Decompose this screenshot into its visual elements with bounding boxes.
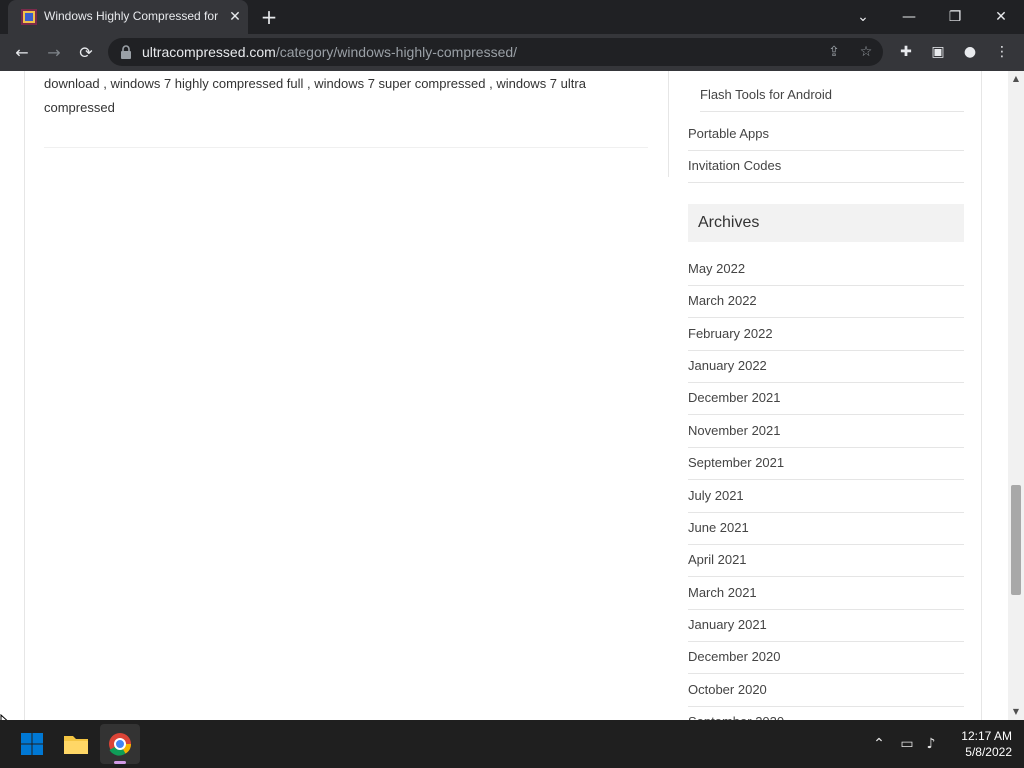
category-link[interactable]: Flash Tools for Android [700,79,964,112]
profile-icon[interactable]: ● [960,42,980,62]
archive-link[interactable]: March 2022 [688,285,964,318]
archive-link[interactable]: May 2022 [688,253,964,286]
archives-title: Archives [698,214,760,231]
bookmark-star-icon[interactable]: ☆ [856,42,876,62]
url-text[interactable]: ultracompressed.com/category/windows-hig… [142,44,517,60]
side-panel-icon[interactable]: ▣ [928,42,948,62]
tab-close-icon[interactable]: ✕ [226,8,244,26]
forward-button[interactable]: → [42,41,66,65]
browser-tab[interactable]: Windows Highly Compressed for ✕ [8,0,248,34]
archive-link[interactable]: November 2021 [688,415,964,448]
lock-icon [121,45,131,59]
file-explorer-button[interactable] [56,724,96,764]
scroll-up-arrow-icon[interactable]: ▲ [1008,71,1024,87]
volume-icon[interactable]: ♪ [921,734,941,754]
clock-date: 5/8/2022 [965,745,1012,759]
url-host: ultracompressed.com [142,44,276,60]
browser-toolbar: ← → ⟳ ultracompressed.com/category/windo… [0,34,1024,71]
back-button[interactable]: ← [10,41,34,65]
archive-link[interactable]: September 2021 [688,447,964,480]
archive-link[interactable]: October 2020 [688,674,964,707]
tab-title: Windows Highly Compressed for [44,9,219,23]
archive-link[interactable]: September 2020 [688,706,964,720]
scrollbar-thumb[interactable] [1011,485,1021,595]
maximize-button[interactable]: ❐ [932,0,978,34]
archive-link[interactable]: January 2021 [688,609,964,642]
archives-heading: Archives [688,204,964,242]
tab-search-icon[interactable]: ⌄ [840,0,886,34]
archive-link[interactable]: June 2021 [688,512,964,545]
content-border [24,71,25,720]
category-link[interactable]: Invitation Codes [688,150,964,183]
reload-button[interactable]: ⟳ [74,41,98,65]
new-tab-button[interactable]: + [258,6,280,28]
site-favicon-icon [21,9,37,25]
start-button[interactable] [12,724,52,764]
scroll-down-arrow-icon[interactable]: ▼ [1008,704,1024,720]
category-link[interactable]: Portable Apps [688,118,964,151]
post-divider [44,147,648,148]
share-icon[interactable]: ⇪ [824,42,844,62]
sidebar-separator [668,71,669,177]
show-hidden-icons-chevron-icon[interactable]: ⌃ [869,734,889,754]
chrome-icon [109,733,131,764]
archive-link[interactable]: January 2022 [688,350,964,383]
windows-logo-icon [21,733,43,755]
browser-tab-strip: Windows Highly Compressed for ✕ + ⌄ — ❐ … [0,0,1024,34]
archive-link[interactable]: April 2021 [688,544,964,577]
page-scrollbar[interactable]: ▲ ▼ [1008,71,1024,720]
network-icon[interactable]: ▭ [897,734,917,754]
page-border [981,71,982,720]
windows-taskbar: ⌃ ▭ ♪ 12:17 AM 5/8/2022 [0,720,1024,768]
folder-icon [64,736,88,754]
archive-link[interactable]: July 2021 [688,480,964,513]
url-path: /category/windows-highly-compressed/ [275,44,518,60]
clock-time: 12:17 AM [961,729,1012,743]
minimize-button[interactable]: — [886,0,932,34]
menu-kebab-icon[interactable]: ⋮ [992,42,1012,62]
archive-link[interactable]: December 2020 [688,641,964,674]
post-tags[interactable]: download , windows 7 highly compressed f… [44,72,644,120]
extensions-puzzle-icon[interactable]: ✚ [896,42,916,62]
chrome-taskbar-button[interactable] [100,724,140,764]
address-bar[interactable]: ultracompressed.com/category/windows-hig… [108,38,883,66]
web-page: download , windows 7 highly compressed f… [0,71,1008,720]
archive-link[interactable]: December 2021 [688,382,964,415]
system-clock[interactable]: 12:17 AM 5/8/2022 [950,728,1012,760]
archive-link[interactable]: February 2022 [688,318,964,351]
close-window-button[interactable]: ✕ [978,0,1024,34]
archive-link[interactable]: March 2021 [688,577,964,610]
